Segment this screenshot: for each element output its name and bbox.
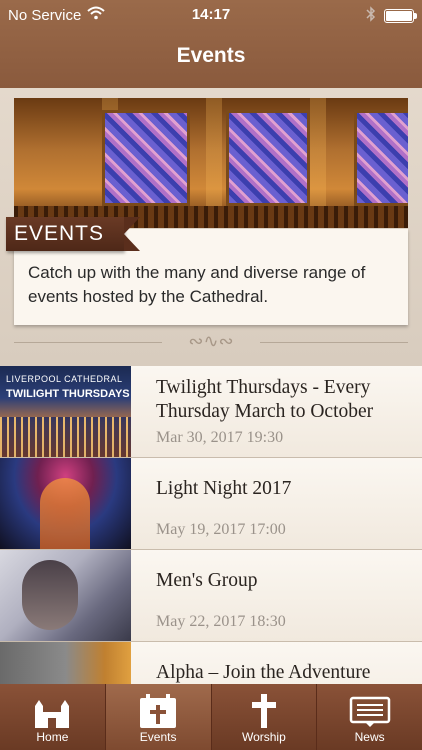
events-ribbon-label: EVENTS — [14, 222, 105, 245]
top-bar: No Service 14:17 Events — [0, 0, 422, 88]
event-row-mens-group[interactable]: Men's Group May 22, 2017 18:30 — [0, 550, 422, 642]
tab-bar: Home Events Worship News — [0, 684, 422, 750]
tab-label: News — [354, 730, 385, 744]
event-title: Twilight Thursdays - Every Thursday Marc… — [156, 377, 374, 422]
tab-news[interactable]: News — [317, 684, 422, 750]
cathedral-icon — [31, 694, 73, 728]
event-date: Mar 30, 2017 19:30 — [156, 429, 284, 446]
tab-worship[interactable]: Worship — [212, 684, 318, 750]
events-description: Catch up with the many and diverse range… — [28, 263, 366, 306]
tab-label: Worship — [241, 730, 286, 744]
tab-label: Events — [139, 730, 177, 744]
calendar-cross-icon — [137, 694, 179, 728]
status-time: 14:17 — [191, 6, 231, 23]
tab-events[interactable]: Events — [105, 684, 212, 750]
page-title: Events — [176, 44, 246, 67]
event-title: Light Night 2017 — [156, 478, 292, 499]
tab-label: Home — [36, 730, 69, 744]
newspaper-icon — [349, 694, 391, 728]
event-title: Alpha – Join the Adventure — [156, 662, 371, 683]
battery-icon — [384, 9, 417, 23]
stained-glass-window — [102, 110, 190, 206]
events-ribbon: EVENTS — [6, 217, 140, 251]
cathedral-banner-image — [14, 98, 408, 228]
events-header: Catch up with the many and diverse range… — [0, 88, 422, 366]
thumbnail-caption: LIVERPOOL CATHEDRAL — [6, 374, 123, 384]
thumbnail-caption: TWILIGHT THURSDAYS — [6, 388, 130, 400]
event-date: May 22, 2017 18:30 — [156, 613, 286, 630]
stained-glass-window — [354, 110, 408, 206]
cross-icon — [243, 694, 285, 728]
event-thumbnail: LIVERPOOL CATHEDRAL TWILIGHT THURSDAYS — [0, 366, 131, 457]
bluetooth-icon — [366, 6, 376, 26]
event-date: May 19, 2017 17:00 — [156, 521, 286, 538]
divider-ornament: ∾∿∾ — [0, 328, 422, 358]
status-bar: No Service 14:17 — [0, 0, 422, 30]
flourish-icon: ∾∿∾ — [188, 331, 234, 352]
stained-glass-window — [226, 110, 310, 206]
event-thumbnail — [0, 550, 131, 641]
event-row-light-night[interactable]: Light Night 2017 May 19, 2017 17:00 — [0, 458, 422, 550]
event-row-twilight-thursdays[interactable]: LIVERPOOL CATHEDRAL TWILIGHT THURSDAYS T… — [0, 366, 422, 458]
events-list: LIVERPOOL CATHEDRAL TWILIGHT THURSDAYS T… — [0, 366, 422, 734]
event-title: Men's Group — [156, 570, 258, 591]
event-thumbnail — [0, 458, 131, 549]
tab-home[interactable]: Home — [0, 684, 106, 750]
